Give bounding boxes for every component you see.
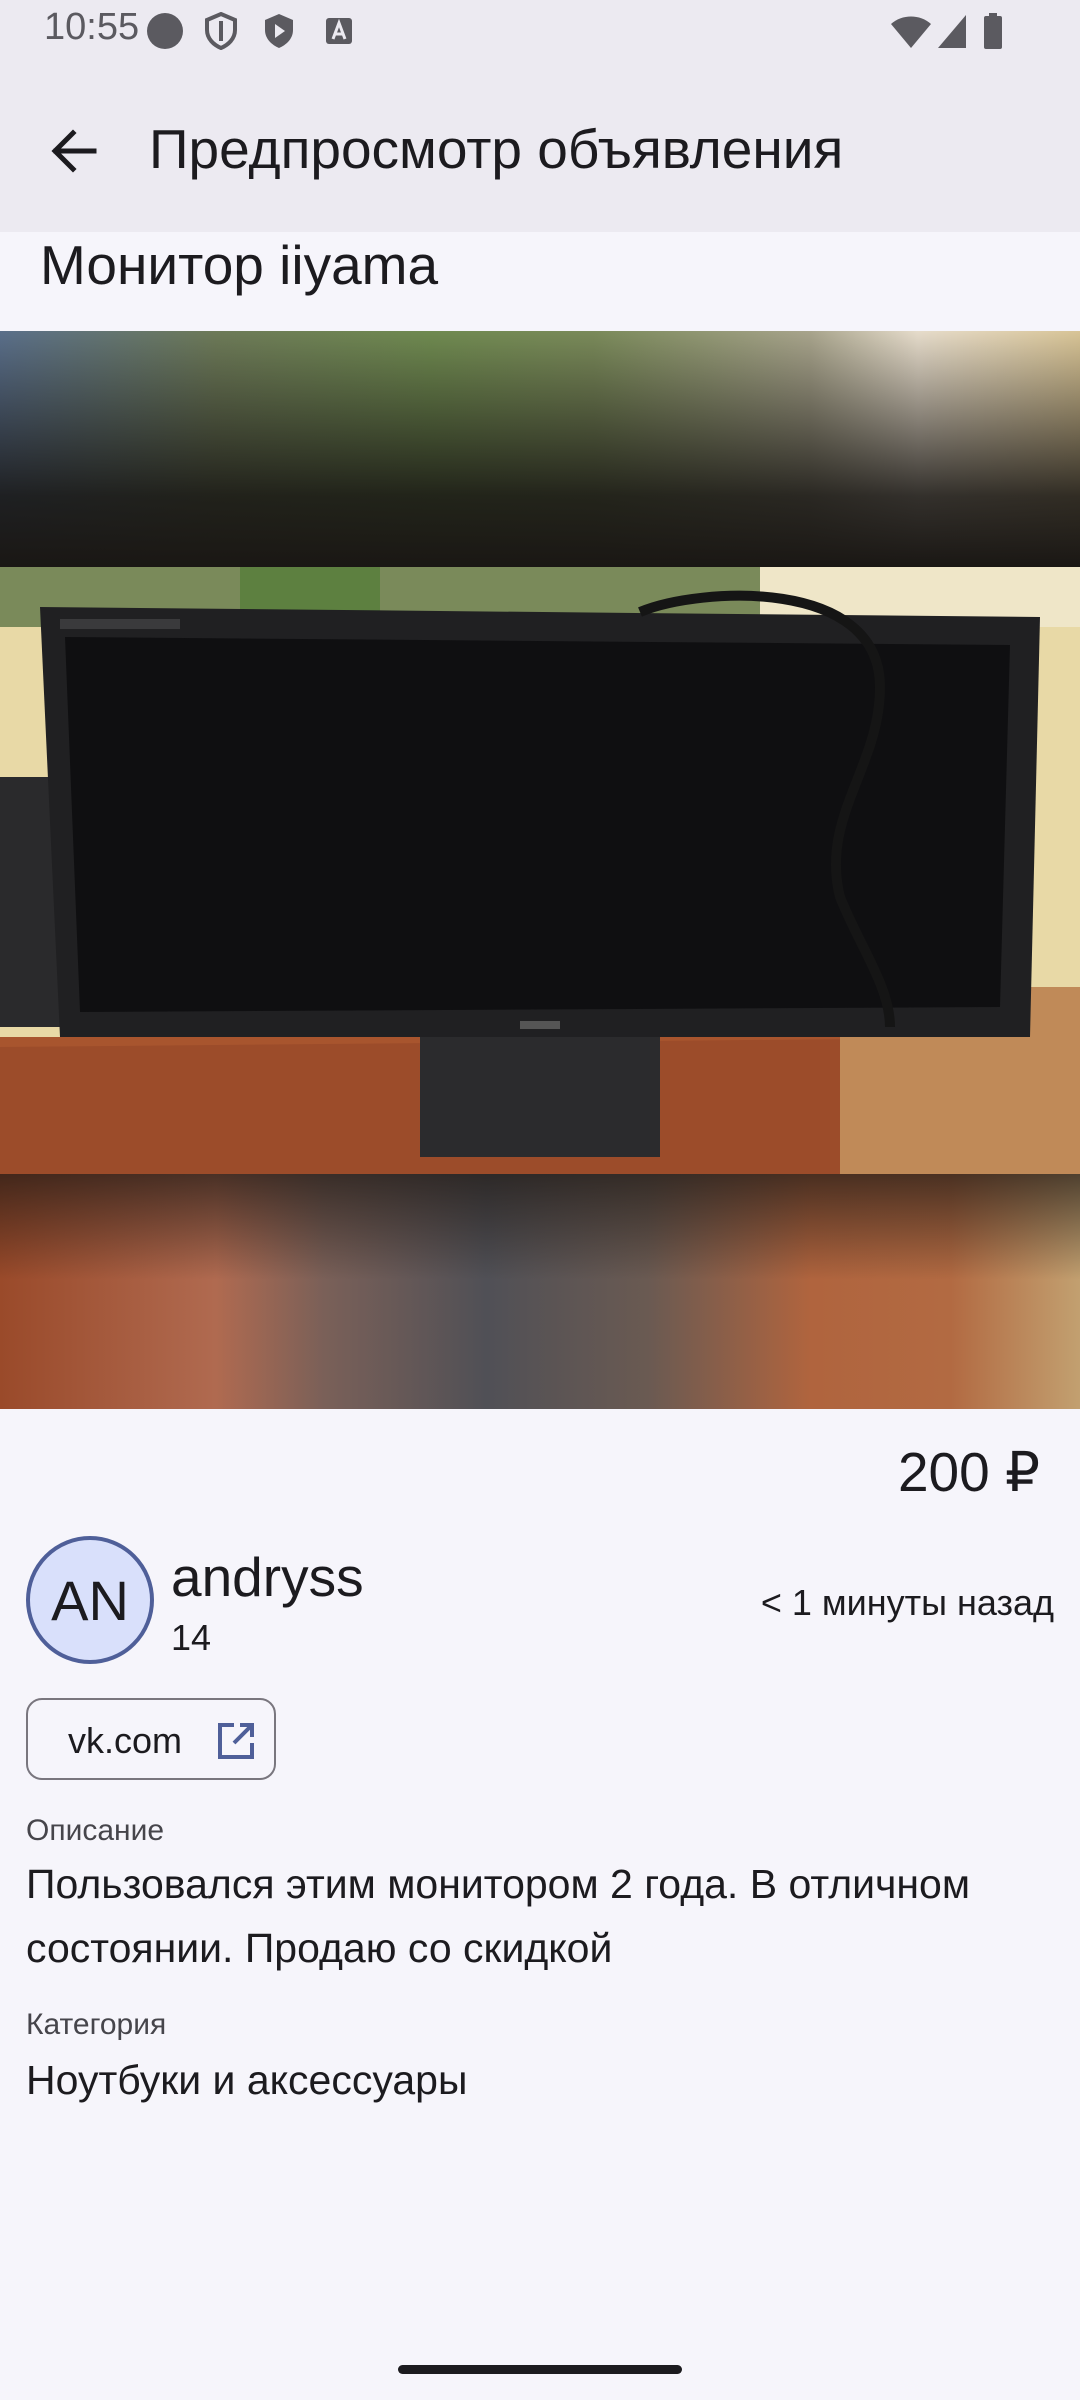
listing-price: 200 ₽ — [897, 1441, 1040, 1503]
category-label: Категория — [26, 2008, 167, 2041]
description-label: Описание — [26, 1814, 165, 1847]
wifi-icon — [891, 16, 931, 48]
top-app-bar: Предпросмотр объявления — [0, 62, 1080, 232]
page-title: Предпросмотр объявления — [149, 118, 844, 180]
a-badge-icon — [326, 18, 352, 44]
listing-title: Монитор iiyama — [40, 234, 439, 296]
status-bar: 10:55 — [0, 0, 1080, 62]
vk-link-button[interactable]: vk.com — [26, 1698, 276, 1780]
play-shield-icon — [265, 14, 293, 48]
status-time: 10:55 — [44, 6, 140, 48]
link-label: vk.com — [68, 1720, 183, 1761]
seller-count: 14 — [171, 1617, 212, 1658]
home-indicator[interactable] — [398, 2365, 682, 2374]
gallery-blur-top — [0, 331, 1080, 567]
seller-name[interactable]: andryss — [171, 1545, 364, 1609]
description-text: Пользовался этим монитором 2 года. В отл… — [26, 1861, 971, 1971]
arrow-back-icon[interactable] — [44, 120, 106, 182]
shield-icon — [205, 12, 237, 50]
circle-notification-icon — [147, 13, 183, 49]
battery-icon — [984, 13, 1002, 49]
open-in-new-icon — [218, 1723, 254, 1759]
gallery-blur-bottom — [0, 1174, 1080, 1409]
signal-icon — [938, 15, 966, 48]
category-text: Ноутбуки и аксессуары — [26, 2057, 468, 2103]
avatar[interactable]: AN — [26, 1536, 154, 1664]
listing-photo[interactable] — [0, 567, 1080, 1174]
posted-time: < 1 минуты назад — [760, 1582, 1054, 1623]
photo-gallery[interactable] — [0, 331, 1080, 1409]
